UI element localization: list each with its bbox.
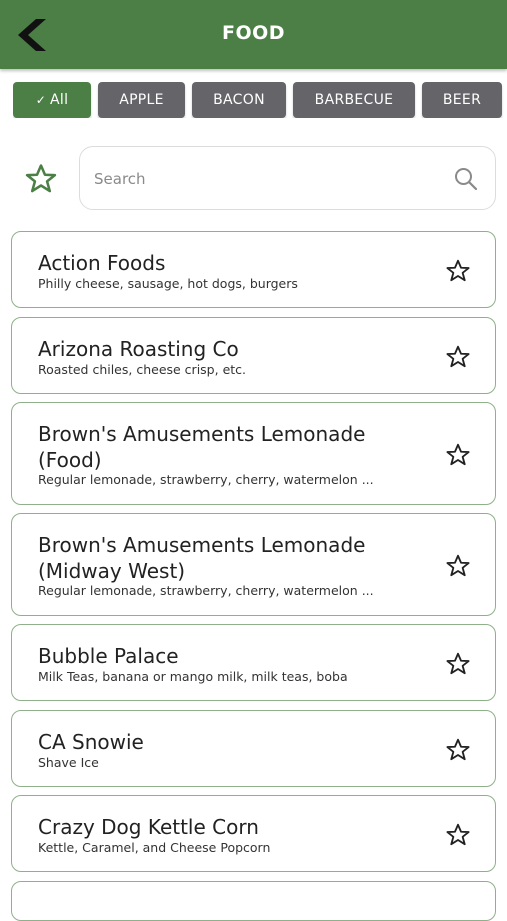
favorites-filter-button[interactable] bbox=[22, 160, 60, 198]
vendor-description: Milk Teas, banana or mango milk, milk te… bbox=[38, 669, 348, 684]
vendor-description: Shave Ice bbox=[38, 755, 99, 770]
vendor-name: Brown's Amusements Lemonade (Food) bbox=[38, 422, 366, 472]
vendor-list-item[interactable]: Brown's Amusements Lemonade (Midway West… bbox=[11, 513, 496, 616]
favorite-star-icon[interactable] bbox=[445, 822, 471, 848]
favorite-star-icon[interactable] bbox=[445, 442, 471, 468]
category-chip-all[interactable]: ✓ All bbox=[13, 82, 91, 118]
category-chip-label: BARBECUE bbox=[314, 92, 394, 108]
category-chip-label: All bbox=[50, 92, 69, 108]
vendor-list-item[interactable] bbox=[11, 881, 496, 921]
vendor-list-item[interactable]: Crazy Dog Kettle Corn Kettle, Caramel, a… bbox=[11, 795, 496, 872]
star-outline-icon bbox=[25, 164, 57, 193]
vendor-name: Action Foods bbox=[38, 251, 166, 275]
vendor-description: Philly cheese, sausage, hot dogs, burger… bbox=[38, 276, 298, 291]
vendor-list-item[interactable]: CA Snowie Shave Ice bbox=[11, 710, 496, 787]
category-chip-bacon[interactable]: BACON bbox=[192, 82, 286, 118]
category-chip-barbecue[interactable]: BARBECUE bbox=[293, 82, 415, 118]
favorite-star-icon[interactable] bbox=[445, 258, 471, 284]
vendor-list-item[interactable]: Bubble Palace Milk Teas, banana or mango… bbox=[11, 624, 496, 701]
favorite-star-icon[interactable] bbox=[445, 344, 471, 370]
vendor-name: CA Snowie bbox=[38, 730, 144, 754]
category-chip-beer[interactable]: BEER bbox=[422, 82, 502, 118]
vendor-list-item[interactable]: Arizona Roasting Co Roasted chiles, chee… bbox=[11, 317, 496, 394]
vendor-description: Regular lemonade, strawberry, cherry, wa… bbox=[38, 472, 374, 487]
vendor-name: Brown's Amusements Lemonade (Midway West… bbox=[38, 533, 366, 583]
favorite-star-icon[interactable] bbox=[445, 737, 471, 763]
category-chip-label: BACON bbox=[213, 92, 265, 108]
category-filter-bar: ✓ All APPLE BACON BARBECUE BEER bbox=[13, 82, 507, 118]
category-chip-apple[interactable]: APPLE bbox=[98, 82, 185, 118]
vendor-list-item[interactable]: Action Foods Philly cheese, sausage, hot… bbox=[11, 231, 496, 308]
vendor-description: Regular lemonade, strawberry, cherry, wa… bbox=[38, 583, 374, 598]
vendor-list-item[interactable]: Brown's Amusements Lemonade (Food) Regul… bbox=[11, 402, 496, 505]
vendor-description: Kettle, Caramel, and Cheese Popcorn bbox=[38, 840, 271, 855]
app-header: FOOD bbox=[0, 0, 507, 69]
favorite-star-icon[interactable] bbox=[445, 651, 471, 677]
vendor-description: Roasted chiles, cheese crisp, etc. bbox=[38, 362, 247, 377]
search-icon[interactable] bbox=[453, 166, 479, 192]
vendor-name: Crazy Dog Kettle Corn bbox=[38, 815, 259, 839]
vendor-name: Bubble Palace bbox=[38, 644, 179, 668]
category-chip-label: BEER bbox=[442, 92, 482, 108]
favorite-star-icon[interactable] bbox=[445, 553, 471, 579]
checkmark-icon: ✓ bbox=[35, 93, 47, 107]
search-input[interactable] bbox=[92, 161, 436, 197]
page-title: FOOD bbox=[221, 22, 286, 44]
vendor-name: Arizona Roasting Co bbox=[38, 337, 239, 361]
search-box bbox=[79, 146, 496, 210]
category-chip-label: APPLE bbox=[119, 92, 164, 108]
